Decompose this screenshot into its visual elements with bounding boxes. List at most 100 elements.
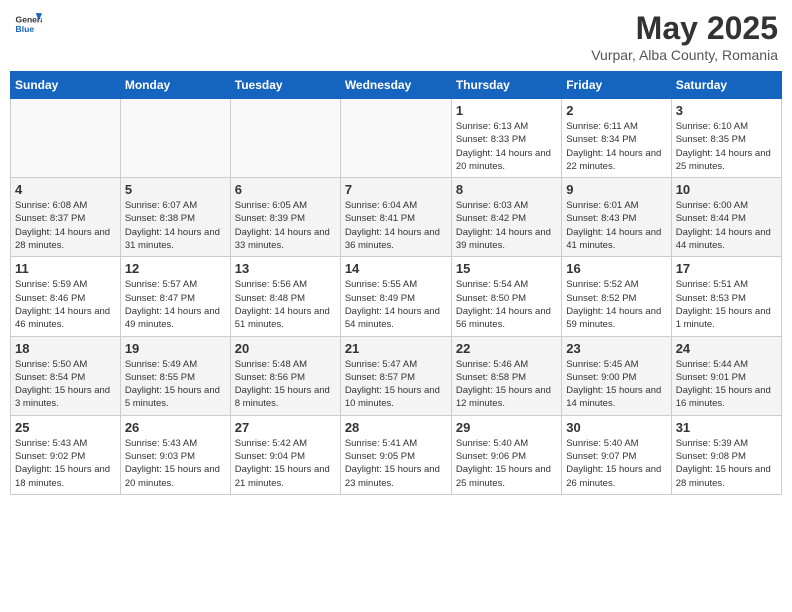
day-number: 17 [676, 261, 777, 276]
calendar-cell: 28Sunrise: 5:41 AM Sunset: 9:05 PM Dayli… [340, 415, 451, 494]
day-number: 3 [676, 103, 777, 118]
calendar-week-row: 4 Sunrise: 6:08 AM Sunset: 8:37 PM Daylig… [11, 178, 782, 257]
day-info: Sunrise: 5:47 AM Sunset: 8:57 PM Dayligh… [345, 358, 447, 411]
logo-icon: General Blue [14, 10, 42, 38]
column-header-saturday: Saturday [671, 72, 781, 99]
calendar-cell: 23 Sunrise: 5:45 AM Sunset: 9:00 PM Dayli… [562, 336, 671, 415]
calendar-cell: 26Sunrise: 5:43 AM Sunset: 9:03 PM Dayli… [120, 415, 230, 494]
day-info: Sunrise: 5:57 AM Sunset: 8:47 PM Dayligh… [125, 278, 226, 331]
calendar-cell: 2 Sunrise: 6:11 AM Sunset: 8:34 PM Daylig… [562, 99, 671, 178]
calendar-cell: 11 Sunrise: 5:59 AM Sunset: 8:46 PM Dayli… [11, 257, 121, 336]
calendar-cell: 4 Sunrise: 6:08 AM Sunset: 8:37 PM Daylig… [11, 178, 121, 257]
day-info: Sunrise: 6:04 AM Sunset: 8:41 PM Dayligh… [345, 199, 447, 252]
calendar-cell: 5Sunrise: 6:07 AM Sunset: 8:38 PM Daylig… [120, 178, 230, 257]
day-info: Sunrise: 5:44 AM Sunset: 9:01 PM Dayligh… [676, 358, 777, 411]
calendar-cell: 16 Sunrise: 5:52 AM Sunset: 8:52 PM Dayli… [562, 257, 671, 336]
day-info: Sunrise: 5:42 AM Sunset: 9:04 PM Dayligh… [235, 437, 336, 490]
calendar-cell: 19Sunrise: 5:49 AM Sunset: 8:55 PM Dayli… [120, 336, 230, 415]
day-number: 16 [566, 261, 666, 276]
calendar-cell: 20 Sunrise: 5:48 AM Sunset: 8:56 PM Dayli… [230, 336, 340, 415]
calendar-week-row: 18Sunrise: 5:50 AM Sunset: 8:54 PM Dayli… [11, 336, 782, 415]
calendar-cell: 1 Sunrise: 6:13 AM Sunset: 8:33 PM Daylig… [451, 99, 561, 178]
day-info: Sunrise: 5:40 AM Sunset: 9:07 PM Dayligh… [566, 437, 666, 490]
day-number: 11 [15, 261, 116, 276]
calendar-cell: 30 Sunrise: 5:40 AM Sunset: 9:07 PM Dayli… [562, 415, 671, 494]
day-info: Sunrise: 6:11 AM Sunset: 8:34 PM Dayligh… [566, 120, 666, 173]
calendar-cell [120, 99, 230, 178]
day-number: 19 [125, 341, 226, 356]
page-header: General Blue May 2025 Vurpar, Alba Count… [10, 10, 782, 63]
calendar-cell: 22 Sunrise: 5:46 AM Sunset: 8:58 PM Dayli… [451, 336, 561, 415]
day-number: 28 [345, 420, 447, 435]
calendar-cell: 13 Sunrise: 5:56 AM Sunset: 8:48 PM Dayli… [230, 257, 340, 336]
day-info: Sunrise: 5:55 AM Sunset: 8:49 PM Dayligh… [345, 278, 447, 331]
calendar-cell: 7 Sunrise: 6:04 AM Sunset: 8:41 PM Daylig… [340, 178, 451, 257]
calendar-cell: 9 Sunrise: 6:01 AM Sunset: 8:43 PM Daylig… [562, 178, 671, 257]
calendar-cell: 29Sunrise: 5:40 AM Sunset: 9:06 PM Dayli… [451, 415, 561, 494]
day-number: 9 [566, 182, 666, 197]
title-section: May 2025 Vurpar, Alba County, Romania [591, 10, 778, 63]
calendar-week-row: 11 Sunrise: 5:59 AM Sunset: 8:46 PM Dayli… [11, 257, 782, 336]
day-info: Sunrise: 6:03 AM Sunset: 8:42 PM Dayligh… [456, 199, 557, 252]
logo: General Blue [14, 10, 42, 38]
calendar-week-row: 25Sunrise: 5:43 AM Sunset: 9:02 PM Dayli… [11, 415, 782, 494]
calendar-cell [340, 99, 451, 178]
calendar-cell: 14 Sunrise: 5:55 AM Sunset: 8:49 PM Dayli… [340, 257, 451, 336]
column-header-wednesday: Wednesday [340, 72, 451, 99]
calendar-cell [230, 99, 340, 178]
day-info: Sunrise: 6:01 AM Sunset: 8:43 PM Dayligh… [566, 199, 666, 252]
calendar-cell: 31Sunrise: 5:39 AM Sunset: 9:08 PM Dayli… [671, 415, 781, 494]
calendar-header-row: SundayMondayTuesdayWednesdayThursdayFrid… [11, 72, 782, 99]
day-info: Sunrise: 6:13 AM Sunset: 8:33 PM Dayligh… [456, 120, 557, 173]
day-number: 12 [125, 261, 226, 276]
day-info: Sunrise: 5:48 AM Sunset: 8:56 PM Dayligh… [235, 358, 336, 411]
calendar-cell: 17 Sunrise: 5:51 AM Sunset: 8:53 PM Dayli… [671, 257, 781, 336]
day-number: 14 [345, 261, 447, 276]
day-info: Sunrise: 5:52 AM Sunset: 8:52 PM Dayligh… [566, 278, 666, 331]
day-number: 30 [566, 420, 666, 435]
month-title: May 2025 [591, 10, 778, 47]
calendar-cell: 6 Sunrise: 6:05 AM Sunset: 8:39 PM Daylig… [230, 178, 340, 257]
day-info: Sunrise: 5:59 AM Sunset: 8:46 PM Dayligh… [15, 278, 116, 331]
day-number: 31 [676, 420, 777, 435]
column-header-thursday: Thursday [451, 72, 561, 99]
day-info: Sunrise: 5:50 AM Sunset: 8:54 PM Dayligh… [15, 358, 116, 411]
day-number: 6 [235, 182, 336, 197]
day-info: Sunrise: 6:00 AM Sunset: 8:44 PM Dayligh… [676, 199, 777, 252]
day-number: 20 [235, 341, 336, 356]
day-number: 15 [456, 261, 557, 276]
calendar-cell: 24 Sunrise: 5:44 AM Sunset: 9:01 PM Dayli… [671, 336, 781, 415]
day-number: 22 [456, 341, 557, 356]
calendar-cell: 8 Sunrise: 6:03 AM Sunset: 8:42 PM Daylig… [451, 178, 561, 257]
day-number: 10 [676, 182, 777, 197]
day-number: 24 [676, 341, 777, 356]
calendar-week-row: 1 Sunrise: 6:13 AM Sunset: 8:33 PM Daylig… [11, 99, 782, 178]
day-number: 26 [125, 420, 226, 435]
day-number: 7 [345, 182, 447, 197]
column-header-tuesday: Tuesday [230, 72, 340, 99]
calendar-cell: 10 Sunrise: 6:00 AM Sunset: 8:44 PM Dayli… [671, 178, 781, 257]
day-number: 2 [566, 103, 666, 118]
day-number: 13 [235, 261, 336, 276]
day-info: Sunrise: 6:08 AM Sunset: 8:37 PM Dayligh… [15, 199, 116, 252]
day-info: Sunrise: 5:45 AM Sunset: 9:00 PM Dayligh… [566, 358, 666, 411]
day-number: 8 [456, 182, 557, 197]
calendar-cell: 21 Sunrise: 5:47 AM Sunset: 8:57 PM Dayli… [340, 336, 451, 415]
day-info: Sunrise: 5:40 AM Sunset: 9:06 PM Dayligh… [456, 437, 557, 490]
column-header-friday: Friday [562, 72, 671, 99]
day-number: 23 [566, 341, 666, 356]
day-info: Sunrise: 5:46 AM Sunset: 8:58 PM Dayligh… [456, 358, 557, 411]
day-info: Sunrise: 5:56 AM Sunset: 8:48 PM Dayligh… [235, 278, 336, 331]
location: Vurpar, Alba County, Romania [591, 47, 778, 63]
day-number: 1 [456, 103, 557, 118]
day-number: 21 [345, 341, 447, 356]
day-info: Sunrise: 5:51 AM Sunset: 8:53 PM Dayligh… [676, 278, 777, 331]
svg-text:Blue: Blue [16, 24, 35, 34]
day-number: 25 [15, 420, 116, 435]
day-number: 4 [15, 182, 116, 197]
calendar-table: SundayMondayTuesdayWednesdayThursdayFrid… [10, 71, 782, 495]
day-info: Sunrise: 6:05 AM Sunset: 8:39 PM Dayligh… [235, 199, 336, 252]
calendar-cell: 18Sunrise: 5:50 AM Sunset: 8:54 PM Dayli… [11, 336, 121, 415]
column-header-sunday: Sunday [11, 72, 121, 99]
calendar-cell: 27Sunrise: 5:42 AM Sunset: 9:04 PM Dayli… [230, 415, 340, 494]
